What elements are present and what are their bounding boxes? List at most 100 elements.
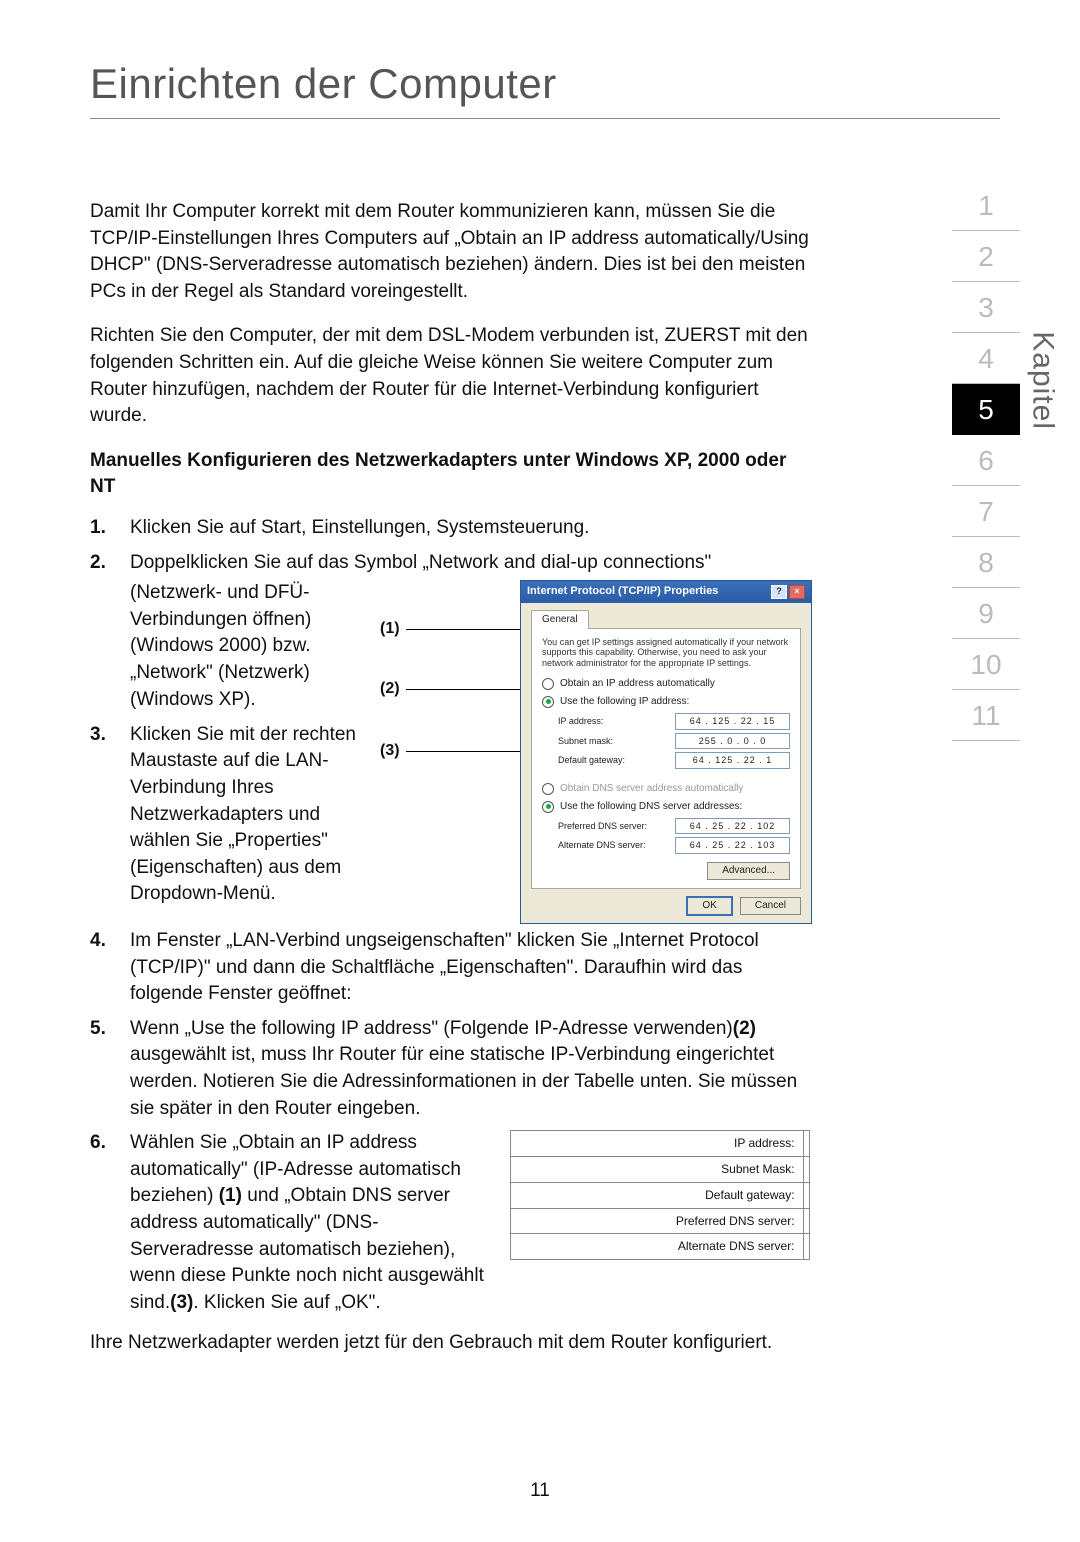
value-ip[interactable]: 64 . 125 . 22 . 15 [675, 713, 790, 730]
row-ip: IP address: 64 . 125 . 22 . 15 [558, 713, 790, 730]
th-ip: IP address: [511, 1131, 804, 1157]
step-4: 4. Im Fenster „LAN-Verbind ungseigenscha… [90, 928, 810, 1008]
step-num: 4. [90, 928, 130, 1008]
step5-a: Wenn „Use the following IP address" (Fol… [130, 1018, 733, 1039]
advanced-row: Advanced... [542, 862, 790, 880]
step6-tag2: (3) [170, 1292, 193, 1313]
radio-use-dns[interactable]: Use the following DNS server addresses: [542, 800, 790, 814]
help-icon[interactable]: ? [771, 585, 787, 599]
radio-label: Obtain an IP address automatically [560, 677, 715, 691]
main-column: Damit Ihr Computer korrekt mit dem Route… [90, 199, 810, 1375]
chapter-label: Kapitel [1026, 331, 1060, 430]
step-2: 2. Doppelklicken Sie auf das Symbol „Net… [90, 550, 810, 924]
nav-3[interactable]: 3 [952, 282, 1020, 333]
dialog-desc: You can get IP settings assigned automat… [542, 637, 790, 669]
dialog-titlebar: Internet Protocol (TCP/IP) Properties ? … [521, 581, 811, 602]
th-pdns: Preferred DNS server: [511, 1208, 804, 1234]
row-mask: Subnet mask: 255 . 0 . 0 . 0 [558, 733, 790, 750]
step5-tag: (2) [733, 1018, 756, 1039]
steps-list: 1. Klicken Sie auf Start, Einstellungen,… [90, 515, 810, 1316]
nav-2[interactable]: 2 [952, 231, 1020, 282]
row-pdns: Preferred DNS server: 64 . 25 . 22 . 102 [558, 818, 790, 835]
callout-3: (3) [380, 740, 526, 762]
td-gw[interactable] [803, 1182, 809, 1208]
intro-p1: Damit Ihr Computer korrekt mit dem Route… [90, 199, 810, 305]
step2-lead: Doppelklicken Sie auf das Symbol „Networ… [130, 552, 711, 573]
page-number: 11 [0, 1480, 1080, 1502]
nav-11[interactable]: 11 [952, 690, 1020, 741]
td-pdns[interactable] [803, 1208, 809, 1234]
td-ip[interactable] [803, 1131, 809, 1157]
dialog-panel: You can get IP settings assigned automat… [531, 628, 801, 889]
radio-label: Use the following DNS server addresses: [560, 800, 742, 814]
step-text: Wenn „Use the following IP address" (Fol… [130, 1016, 810, 1122]
tcpip-dialog: Internet Protocol (TCP/IP) Properties ? … [520, 580, 812, 924]
callout-1: (1) [380, 618, 526, 640]
th-gw: Default gateway: [511, 1182, 804, 1208]
step-1: 1. Klicken Sie auf Start, Einstellungen,… [90, 515, 810, 542]
step-num: 6. [90, 1130, 130, 1316]
ok-button[interactable]: OK [687, 897, 731, 915]
chapter-nav: Kapitel 1 2 3 4 5 6 7 8 9 10 11 [900, 180, 1020, 741]
radio-obtain-ip[interactable]: Obtain an IP address automatically [542, 677, 790, 691]
nav-9[interactable]: 9 [952, 588, 1020, 639]
step6-c: . Klicken Sie auf „OK". [193, 1292, 380, 1313]
step-6: 6. Wählen Sie „Obtain an IP address auto… [90, 1130, 810, 1316]
step-num: 3. [90, 722, 130, 908]
callout-2: (2) [380, 678, 526, 700]
nav-1[interactable]: 1 [952, 180, 1020, 231]
value-pdns[interactable]: 64 . 25 . 22 . 102 [675, 818, 790, 835]
dialog-buttons: OK Cancel [531, 897, 801, 915]
radio-use-ip[interactable]: Use the following IP address: [542, 695, 790, 709]
label-gw: Default gateway: [558, 754, 625, 767]
address-table: IP address: Subnet Mask: Default gateway… [510, 1130, 810, 1260]
closing-line: Ihre Netzwerkadapter werden jetzt für de… [90, 1330, 810, 1357]
nav-10[interactable]: 10 [952, 639, 1020, 690]
step-text: Wählen Sie „Obtain an IP address automat… [130, 1130, 810, 1316]
page-title: Einrichten der Computer [90, 60, 1000, 119]
step-text: Doppelklicken Sie auf das Symbol „Networ… [130, 550, 812, 924]
cancel-button[interactable]: Cancel [740, 897, 801, 915]
step-num: 5. [90, 1016, 130, 1122]
radio-label: Obtain DNS server address automatically [560, 782, 743, 796]
step2-rest: (Netzwerk- und DFÜ-Verbindungen öffnen) … [130, 580, 380, 713]
radio-icon [542, 783, 554, 795]
nav-5[interactable]: 5 [952, 384, 1020, 435]
step5-b: ausgewählt ist, muss Ihr Router für eine… [130, 1044, 797, 1118]
tab-general[interactable]: General [531, 610, 589, 629]
section-heading: Manuelles Konfigurieren des Netzwerkadap… [90, 448, 810, 501]
label-pdns: Preferred DNS server: [558, 820, 647, 833]
close-icon[interactable]: × [789, 585, 805, 599]
nav-6[interactable]: 6 [952, 435, 1020, 486]
radio-icon [542, 678, 554, 690]
td-mask[interactable] [803, 1156, 809, 1182]
nav-8[interactable]: 8 [952, 537, 1020, 588]
row-gateway: Default gateway: 64 . 125 . 22 . 1 [558, 752, 790, 769]
row-adns: Alternate DNS server: 64 . 25 . 22 . 103 [558, 837, 790, 854]
nav-4[interactable]: 4 [952, 333, 1020, 384]
step6-tag1: (1) [219, 1185, 242, 1206]
step-num: 1. [90, 515, 130, 542]
advanced-button[interactable]: Advanced... [707, 862, 790, 880]
radio-icon [542, 801, 554, 813]
radio-obtain-dns[interactable]: Obtain DNS server address automatically [542, 782, 790, 796]
dialog-title: Internet Protocol (TCP/IP) Properties [527, 584, 718, 599]
radio-icon [542, 696, 554, 708]
step-text: Klicken Sie auf Start, Einstellungen, Sy… [130, 515, 810, 542]
label-ip: IP address: [558, 715, 603, 728]
label-adns: Alternate DNS server: [558, 839, 646, 852]
intro-p2: Richten Sie den Computer, der mit dem DS… [90, 323, 810, 429]
content-area: Damit Ihr Computer korrekt mit dem Route… [90, 199, 1000, 1375]
document-page: Einrichten der Computer Kapitel 1 2 3 4 … [0, 0, 1080, 1542]
value-mask[interactable]: 255 . 0 . 0 . 0 [675, 733, 790, 750]
step-5: 5. Wenn „Use the following IP address" (… [90, 1016, 810, 1122]
label-mask: Subnet mask: [558, 735, 613, 748]
td-adns[interactable] [803, 1234, 809, 1260]
th-adns: Alternate DNS server: [511, 1234, 804, 1260]
step-text: Im Fenster „LAN-Verbind ungseigenschafte… [130, 928, 810, 1008]
value-adns[interactable]: 64 . 25 . 22 . 103 [675, 837, 790, 854]
value-gw[interactable]: 64 . 125 . 22 . 1 [675, 752, 790, 769]
nav-7[interactable]: 7 [952, 486, 1020, 537]
dialog-body: General You can get IP settings assigned… [521, 603, 811, 923]
radio-label: Use the following IP address: [560, 695, 689, 709]
